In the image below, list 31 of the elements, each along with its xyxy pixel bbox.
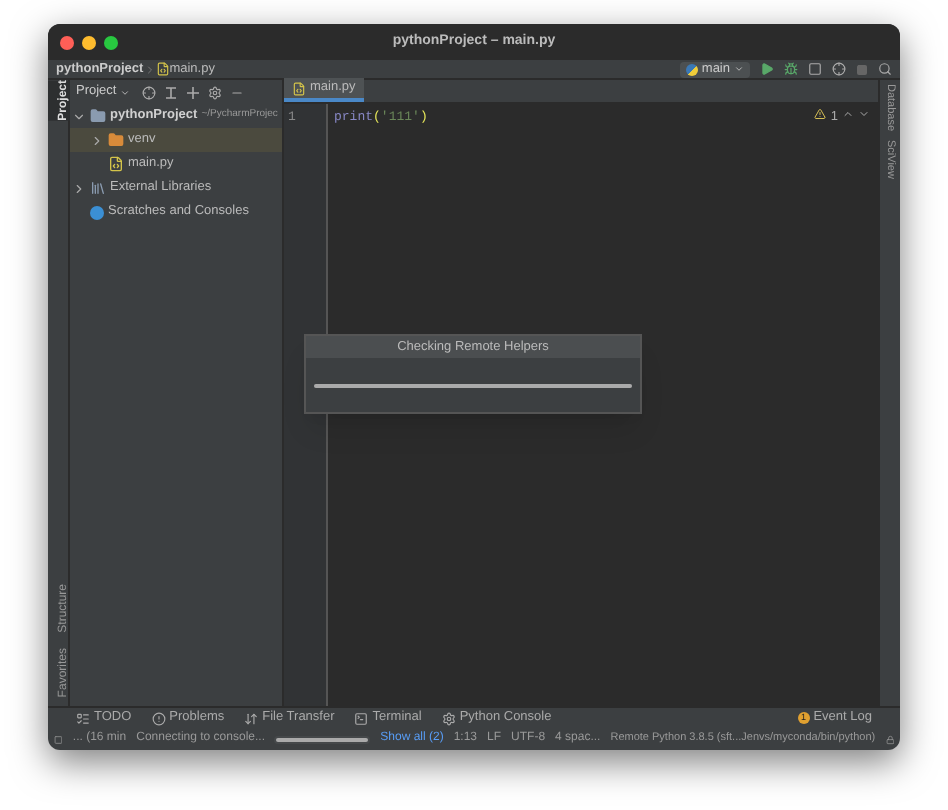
- expand-icon[interactable]: [90, 133, 104, 147]
- python-file-icon: [108, 156, 124, 172]
- caret-icon: [734, 64, 744, 74]
- folder-icon: [108, 132, 124, 148]
- separator-icon: [143, 63, 156, 75]
- list-icon: [76, 711, 90, 725]
- python-file-icon: [155, 62, 170, 76]
- close-button[interactable]: [60, 35, 74, 49]
- terminal-icon: [354, 711, 369, 725]
- expand-icon[interactable]: [72, 109, 86, 123]
- debug-icon[interactable]: [784, 62, 798, 76]
- panel-toggle-icon[interactable]: [54, 733, 63, 745]
- locate-icon[interactable]: [142, 85, 157, 99]
- zoom-button[interactable]: [104, 35, 118, 49]
- expand-icon[interactable]: [72, 181, 86, 195]
- previous-icon[interactable]: [842, 108, 854, 120]
- minimize-button[interactable]: [82, 35, 96, 49]
- scratch-icon: [90, 205, 104, 219]
- caret-icon: [120, 87, 131, 97]
- folder-icon: [90, 108, 106, 124]
- warning-icon[interactable]: [814, 108, 827, 120]
- transfer-icon: [244, 711, 259, 725]
- search-icon[interactable]: [878, 62, 892, 76]
- run-icon[interactable]: [760, 62, 774, 76]
- next-icon[interactable]: [858, 108, 870, 120]
- python-icon: [685, 63, 698, 75]
- problems-icon: [151, 711, 166, 725]
- settings-icon[interactable]: [208, 85, 223, 99]
- python-file-icon: [292, 81, 306, 95]
- library-icon: [90, 180, 106, 196]
- lock-icon[interactable]: [885, 733, 895, 745]
